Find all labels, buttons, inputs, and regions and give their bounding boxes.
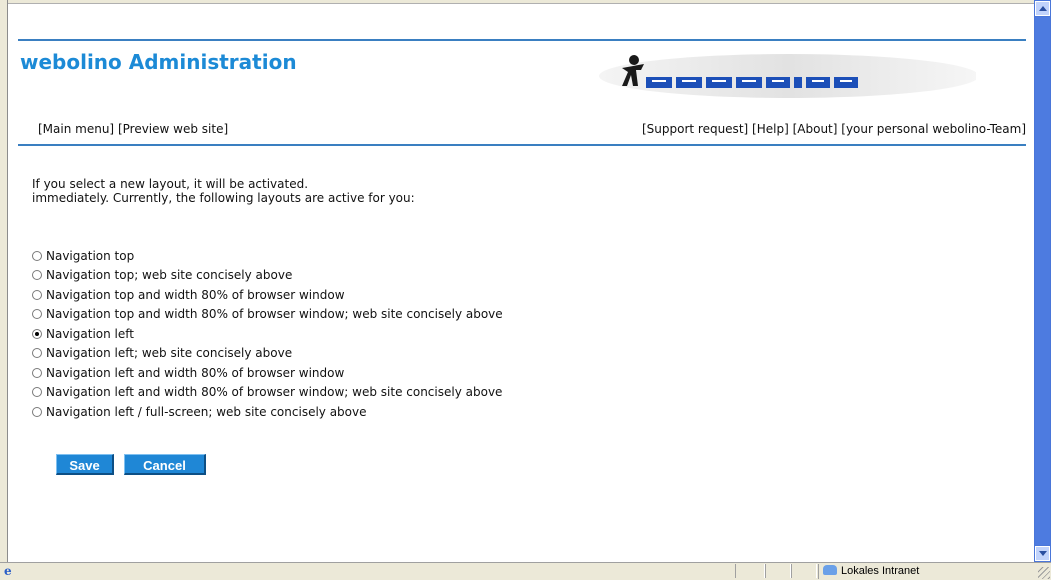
support-request-link[interactable]: [Support request] — [642, 122, 748, 136]
layout-option-label: Navigation left — [46, 326, 134, 341]
layout-radio[interactable] — [32, 406, 42, 417]
cancel-button[interactable]: Cancel — [124, 454, 206, 475]
layout-option[interactable]: Navigation top and width 80% of browser … — [32, 305, 503, 325]
webolino-logo — [599, 54, 976, 98]
layout-radio[interactable] — [32, 367, 42, 378]
layout-option[interactable]: Navigation left / full-screen; web site … — [32, 402, 503, 422]
layout-radio[interactable] — [32, 289, 42, 300]
save-button[interactable]: Save — [56, 454, 114, 475]
layout-option[interactable]: Navigation left and width 80% of browser… — [32, 383, 503, 403]
layout-radio[interactable] — [32, 250, 42, 261]
status-cell — [765, 564, 791, 578]
intranet-zone-icon — [823, 565, 837, 575]
layout-option[interactable]: Navigation left; web site concisely abov… — [32, 344, 503, 364]
personal-team-link[interactable]: [your personal webolino-Team] — [841, 122, 1026, 136]
header-top-rule — [18, 39, 1026, 41]
vertical-scrollbar[interactable] — [1034, 0, 1051, 562]
status-bar: e Lokales Intranet — [0, 562, 1051, 580]
intro-line-2: immediately. Currently, the following la… — [32, 191, 415, 205]
layout-radio[interactable] — [32, 328, 42, 339]
layout-option[interactable]: Navigation top — [32, 246, 503, 266]
resize-grip-icon[interactable] — [1038, 567, 1050, 579]
logo-swoosh — [599, 54, 976, 98]
security-zone-label: Lokales Intranet — [841, 565, 920, 577]
page-viewport: webolino Administration [Main menu] [Pre… — [8, 4, 1034, 562]
layout-option-label: Navigation left; web site concisely abov… — [46, 346, 293, 361]
layout-option-label: Navigation left / full-screen; web site … — [46, 404, 367, 419]
nav-right-links: [Support request] [Help] [About] [your p… — [642, 122, 1026, 136]
layout-radio[interactable] — [32, 270, 42, 281]
about-link[interactable]: [About] — [793, 122, 838, 136]
security-zone: Lokales Intranet — [818, 564, 1009, 579]
status-cell — [735, 564, 765, 578]
layout-option[interactable]: Navigation top and width 80% of browser … — [32, 285, 503, 305]
nav-left-links: [Main menu] [Preview web site] — [38, 122, 228, 136]
logo-wordmark — [646, 77, 858, 88]
layout-option[interactable]: Navigation top; web site concisely above — [32, 266, 503, 286]
scroll-down-arrow-icon[interactable] — [1035, 546, 1050, 561]
main-menu-link[interactable]: [Main menu] — [38, 122, 114, 136]
browser-frame-left — [0, 0, 8, 562]
layout-option-label: Navigation left and width 80% of browser… — [46, 365, 345, 380]
page-icon: e — [4, 564, 12, 578]
layout-option-label: Navigation top and width 80% of browser … — [46, 287, 345, 302]
layout-option-label: Navigation top — [46, 248, 135, 263]
intro-line-1: If you select a new layout, it will be a… — [32, 177, 309, 191]
scrollbar-thumb[interactable] — [1035, 17, 1050, 545]
page-title: webolino Administration — [20, 50, 297, 74]
layout-option[interactable]: Navigation left and width 80% of browser… — [32, 363, 503, 383]
intro-text: If you select a new layout, it will be a… — [32, 177, 415, 205]
status-cell — [791, 564, 817, 578]
layout-radio[interactable] — [32, 348, 42, 359]
layout-radio[interactable] — [32, 309, 42, 320]
layout-option-label: Navigation left and width 80% of browser… — [46, 385, 503, 400]
layout-option[interactable]: Navigation left — [32, 324, 503, 344]
preview-website-link[interactable]: [Preview web site] — [118, 122, 228, 136]
help-link[interactable]: [Help] — [752, 122, 789, 136]
layout-option-label: Navigation top; web site concisely above — [46, 268, 293, 283]
layout-options: Navigation top Navigation top; web site … — [32, 246, 503, 422]
layout-radio[interactable] — [32, 387, 42, 398]
layout-option-label: Navigation top and width 80% of browser … — [46, 307, 503, 322]
header-bottom-rule — [18, 144, 1026, 146]
scroll-up-arrow-icon[interactable] — [1035, 1, 1050, 16]
